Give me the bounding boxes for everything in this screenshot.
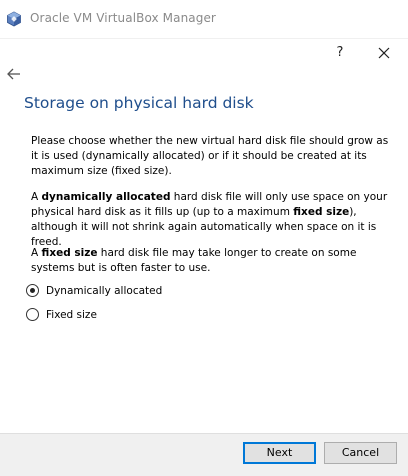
bold-term: fixed size	[293, 206, 350, 218]
close-button[interactable]	[372, 42, 396, 64]
text-segment: A	[31, 191, 42, 203]
title-bar: Oracle VM VirtualBox Manager	[0, 0, 408, 39]
radio-button-checked[interactable]	[26, 284, 39, 297]
page-title: Storage on physical hard disk	[24, 94, 254, 112]
back-arrow-icon	[7, 68, 20, 80]
bold-term: fixed size	[41, 247, 98, 259]
dynamically-allocated-option[interactable]: Dynamically allocated	[26, 284, 162, 297]
close-icon	[378, 47, 390, 59]
help-button[interactable]: ?	[330, 42, 350, 64]
back-button[interactable]	[5, 65, 23, 83]
fixed-description-paragraph: A fixed size hard disk file may take lon…	[31, 246, 393, 276]
radio-label: Dynamically allocated	[46, 284, 163, 297]
virtualbox-manager-window: Oracle VM VirtualBox Manager ? Storage o…	[0, 0, 408, 476]
window-title: Oracle VM VirtualBox Manager	[30, 11, 216, 25]
next-button[interactable]: Next	[243, 442, 316, 464]
bold-term: dynamically allocated	[41, 191, 171, 203]
dynamic-description-paragraph: A dynamically allocated hard disk file w…	[31, 190, 393, 250]
radio-label: Fixed size	[46, 308, 97, 321]
fixed-size-option[interactable]: Fixed size	[26, 308, 97, 321]
text-segment: A	[31, 247, 42, 259]
description-paragraph: Please choose whether the new virtual ha…	[31, 135, 389, 177]
virtualbox-cube-icon	[6, 11, 22, 27]
radio-button-unchecked[interactable]	[26, 308, 39, 321]
cancel-button[interactable]: Cancel	[324, 442, 397, 464]
